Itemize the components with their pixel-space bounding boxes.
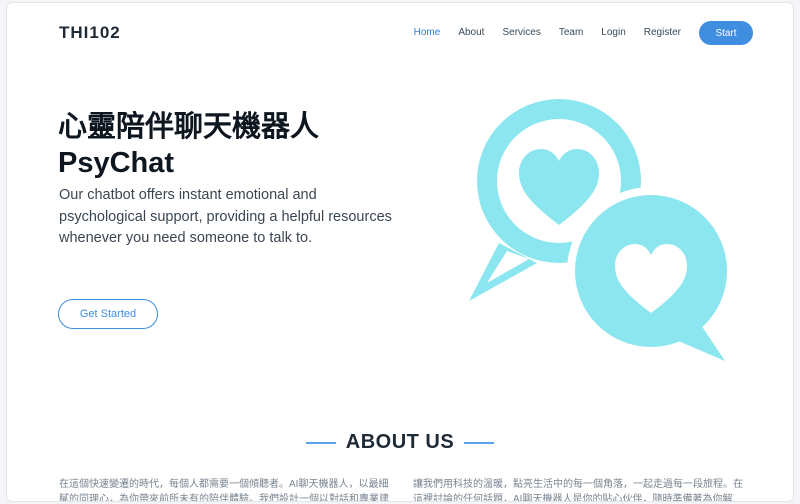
browser-viewport: THI102 Home About Services Team Login Re… (6, 2, 794, 502)
hero-description: Our chatbot offers instant emotional and… (59, 187, 392, 246)
start-button[interactable]: Start (699, 21, 753, 45)
about-heading: ABOUT US (7, 431, 793, 454)
nav-register[interactable]: Register (644, 21, 681, 45)
nav-login[interactable]: Login (601, 21, 625, 45)
hero-title-chinese: 心靈陪伴聊天機器人 (58, 111, 320, 143)
nav-services[interactable]: Services (502, 21, 540, 45)
about-text-left: 在這個快速變遷的時代，每個人都需要一個傾聽者。AI聊天機器人，以最細膩的同理心，… (59, 479, 389, 502)
about-divider-right (464, 441, 495, 444)
chat-bubbles-heart-icon (469, 99, 735, 367)
about-title: ABOUT US (345, 431, 455, 453)
get-started-button[interactable]: Get Started (58, 299, 158, 329)
nav-team[interactable]: Team (559, 21, 583, 45)
nav-about[interactable]: About (458, 21, 484, 45)
nav-home[interactable]: Home (414, 21, 441, 45)
hero-title-psychat: PsyChat (58, 147, 175, 179)
about-divider-left (305, 441, 336, 444)
hero-title: 心靈陪伴聊天機器人 PsyChat (58, 109, 319, 181)
about-text-right: 讓我們用科技的溫暖，點亮生活中的每一個角落，一起走過每一段旅程。在這裡討論的任何… (413, 479, 743, 502)
main-nav: Home About Services Team Login Register … (396, 21, 753, 45)
site-logo[interactable]: THI102 (59, 23, 121, 43)
